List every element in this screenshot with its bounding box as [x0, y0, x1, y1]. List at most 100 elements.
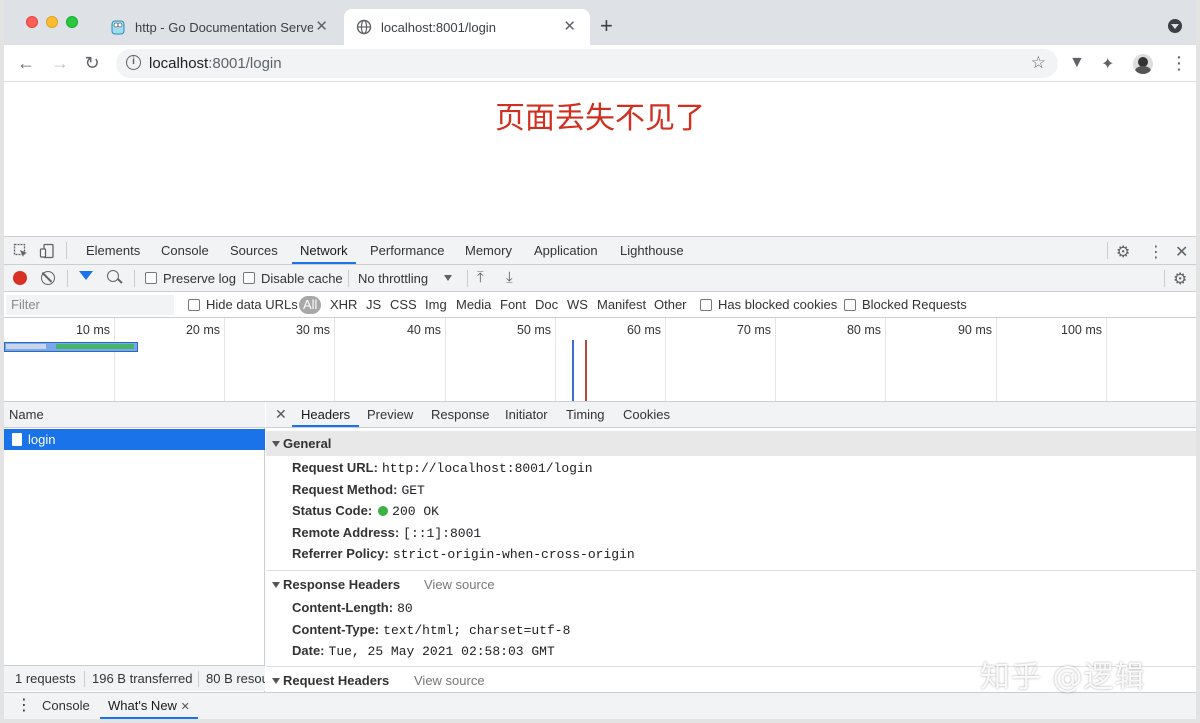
filter-icon[interactable]	[79, 271, 93, 280]
tab-initiator[interactable]: Initiator	[505, 402, 548, 427]
device-toolbar-icon[interactable]	[39, 243, 55, 259]
tab-timing[interactable]: Timing	[566, 402, 605, 427]
close-details-icon[interactable]: ✕	[275, 402, 287, 427]
type-filter-xhr[interactable]: XHR	[330, 292, 357, 318]
site-info-icon[interactable]: i	[126, 55, 141, 70]
tab-sources[interactable]: Sources	[230, 237, 278, 264]
drawer-tab-whats-new[interactable]: What's New ✕	[100, 693, 198, 719]
disable-cache-checkbox[interactable]	[243, 272, 255, 284]
clear-icon[interactable]	[41, 271, 55, 285]
tab-performance[interactable]: Performance	[370, 237, 444, 264]
header-value: 80	[397, 601, 413, 616]
tab-console[interactable]: Console	[161, 237, 209, 264]
tab-preview[interactable]: Preview	[367, 402, 413, 427]
devtools-tab-bar: Elements Console Sources Network Perform…	[4, 237, 1196, 265]
blocked-requests-checkbox[interactable]	[844, 299, 856, 311]
divider	[198, 671, 199, 687]
inspect-element-icon[interactable]	[13, 243, 29, 259]
tab-lighthouse[interactable]: Lighthouse	[620, 237, 684, 264]
general-section-header[interactable]: General	[266, 431, 1196, 456]
drawer-tab-console[interactable]: Console	[42, 693, 90, 719]
settings-gear-icon[interactable]: ⚙	[1116, 242, 1130, 262]
close-window-button[interactable]	[26, 16, 38, 28]
drawer-menu-icon[interactable]: ⋮	[16, 693, 32, 719]
type-filter-font[interactable]: Font	[500, 292, 526, 318]
tab-search-icon[interactable]	[1168, 19, 1182, 33]
type-filter-manifest[interactable]: Manifest	[597, 292, 646, 318]
type-filter-css[interactable]: CSS	[390, 292, 417, 318]
record-button[interactable]	[13, 271, 27, 285]
tab-title: localhost:8001/login	[381, 19, 496, 35]
type-filter-other[interactable]: Other	[654, 292, 687, 318]
hide-data-urls-checkbox[interactable]	[188, 299, 200, 311]
divider	[67, 270, 68, 287]
type-filter-doc[interactable]: Doc	[535, 292, 558, 318]
tab-cookies[interactable]: Cookies	[623, 402, 670, 427]
reload-icon[interactable]: ↻	[80, 51, 104, 75]
url-host: localhost	[149, 55, 209, 72]
network-overview-timeline[interactable]: 10 ms 20 ms 30 ms 40 ms 50 ms 60 ms 70 ms 80 ms…	[4, 318, 1196, 402]
address-bar[interactable]: i localhost:8001/login ☆	[116, 49, 1058, 78]
preserve-log-checkbox[interactable]	[145, 272, 157, 284]
view-source-link[interactable]: View source	[414, 668, 485, 692]
drawer-tab-label: What's New	[108, 698, 177, 713]
browser-tab-go-docs[interactable]: http - Go Documentation Serve ✕	[100, 9, 342, 45]
load-event-marker	[585, 340, 587, 401]
tab-close-icon[interactable]: ✕	[315, 19, 328, 35]
response-headers-section-header[interactable]: Response Headers View source	[266, 572, 1196, 597]
disable-cache-label[interactable]: Disable cache	[261, 265, 343, 292]
forward-arrow-icon[interactable]: →	[48, 51, 72, 75]
type-filter-media[interactable]: Media	[456, 292, 491, 318]
tab-application[interactable]: Application	[534, 237, 598, 264]
minimize-window-button[interactable]	[46, 16, 58, 28]
browser-tab-localhost[interactable]: localhost:8001/login ✕	[344, 9, 590, 45]
url-text[interactable]: localhost:8001/login	[149, 55, 282, 72]
type-filter-img[interactable]: Img	[425, 292, 447, 318]
has-blocked-cookies-checkbox[interactable]	[700, 299, 712, 311]
timeline-tick-label: 90 ms	[957, 323, 992, 337]
profile-avatar[interactable]	[1133, 54, 1153, 74]
vue-devtools-extension-icon[interactable]: ▼	[1069, 54, 1085, 72]
blocked-requests-label[interactable]: Blocked Requests	[862, 292, 967, 318]
search-icon[interactable]	[107, 270, 119, 282]
close-devtools-icon[interactable]: ✕	[1175, 242, 1188, 262]
export-har-icon[interactable]: ⤓	[506, 269, 513, 286]
view-source-link[interactable]: View source	[424, 572, 495, 597]
tab-memory[interactable]: Memory	[465, 237, 512, 264]
divider	[348, 270, 349, 287]
name-column-header[interactable]: Name	[4, 402, 265, 428]
request-list: Name login	[4, 402, 265, 692]
header-key: Content-Type:	[292, 622, 380, 637]
timeline-grid-line	[555, 318, 556, 401]
network-settings-gear-icon[interactable]: ⚙	[1173, 269, 1187, 289]
throttling-select[interactable]: No throttling	[358, 265, 428, 292]
tab-response[interactable]: Response	[431, 402, 490, 427]
type-filter-all[interactable]: All	[299, 296, 322, 314]
close-drawer-tab-icon[interactable]: ✕	[181, 701, 190, 713]
preserve-log-label[interactable]: Preserve log	[163, 265, 236, 292]
document-icon	[12, 433, 22, 446]
tab-headers[interactable]: Headers	[292, 402, 360, 427]
devtools-menu-icon[interactable]: ⋮	[1148, 242, 1164, 262]
new-tab-button[interactable]: +	[600, 14, 613, 38]
maximize-window-button[interactable]	[66, 16, 78, 28]
extensions-puzzle-icon[interactable]: ✦	[1101, 54, 1114, 74]
browser-menu-icon[interactable]: ⋮	[1170, 53, 1188, 74]
type-filter-js[interactable]: JS	[366, 292, 381, 318]
request-row[interactable]: login	[4, 429, 265, 450]
chevron-down-icon[interactable]	[444, 275, 452, 281]
hide-data-urls-label[interactable]: Hide data URLs	[206, 292, 298, 318]
tab-network[interactable]: Network	[292, 237, 356, 264]
tab-close-icon[interactable]: ✕	[563, 19, 576, 35]
import-har-icon[interactable]: ⤒	[477, 269, 484, 286]
bookmark-star-icon[interactable]: ☆	[1031, 53, 1046, 73]
divider	[134, 270, 135, 287]
tab-elements[interactable]: Elements	[86, 237, 140, 264]
type-filter-ws[interactable]: WS	[567, 292, 588, 318]
header-value: text/html; charset=utf-8	[383, 623, 571, 638]
request-details-panel: ✕ Headers Preview Response Initiator Tim…	[266, 402, 1196, 692]
has-blocked-cookies-label[interactable]: Has blocked cookies	[718, 292, 837, 318]
back-arrow-icon[interactable]: ←	[14, 51, 38, 75]
header-row: Status Code: 200 OK	[292, 500, 439, 521]
filter-input[interactable]: Filter	[6, 295, 174, 315]
